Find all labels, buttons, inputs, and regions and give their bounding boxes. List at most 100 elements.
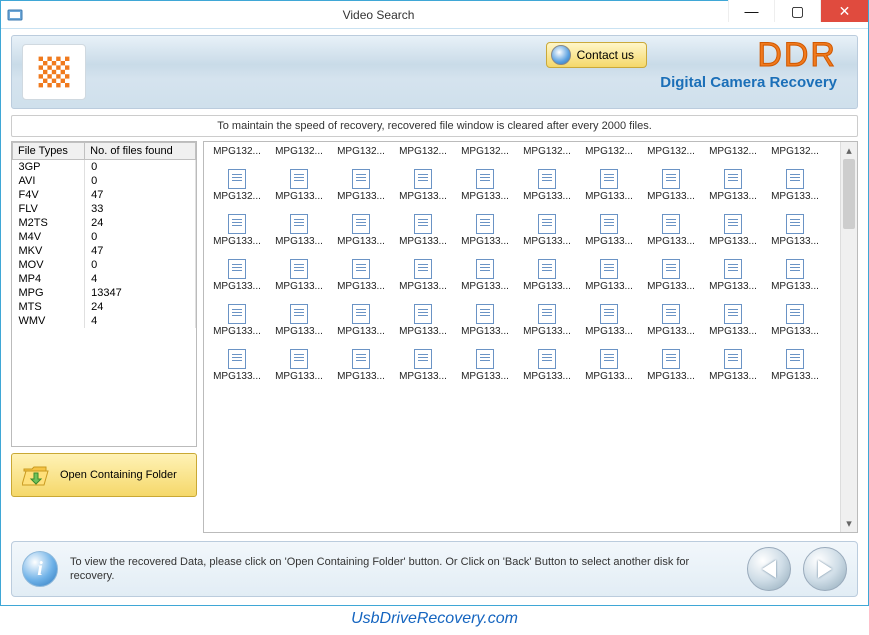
- file-item[interactable]: MPG133...: [268, 326, 330, 337]
- file-item[interactable]: MPG133...: [330, 191, 392, 202]
- file-icon: [600, 259, 618, 279]
- file-item[interactable]: MPG133...: [392, 281, 454, 292]
- file-icon: [352, 304, 370, 324]
- file-item[interactable]: MPG133...: [640, 191, 702, 202]
- file-item[interactable]: MPG132...: [640, 146, 702, 157]
- maximize-button[interactable]: ▢: [774, 0, 820, 22]
- file-item[interactable]: MPG133...: [640, 281, 702, 292]
- back-button[interactable]: [747, 547, 791, 591]
- file-item[interactable]: MPG133...: [392, 326, 454, 337]
- site-link[interactable]: UsbDriveRecovery.com: [0, 610, 869, 628]
- file-item[interactable]: MPG133...: [764, 326, 826, 337]
- contact-us-button[interactable]: Contact us: [546, 42, 647, 68]
- scroll-down-icon[interactable]: ▾: [841, 515, 857, 532]
- file-item[interactable]: MPG133...: [764, 236, 826, 247]
- table-row[interactable]: AVI0: [13, 174, 196, 188]
- next-button[interactable]: [803, 547, 847, 591]
- file-item[interactable]: MPG133...: [330, 326, 392, 337]
- file-item[interactable]: MPG133...: [516, 281, 578, 292]
- file-item[interactable]: MPG133...: [578, 236, 640, 247]
- scroll-thumb[interactable]: [843, 159, 855, 229]
- file-item[interactable]: MPG133...: [454, 236, 516, 247]
- file-item[interactable]: MPG133...: [578, 326, 640, 337]
- table-row[interactable]: F4V47: [13, 188, 196, 202]
- table-row[interactable]: M4V0: [13, 230, 196, 244]
- file-item[interactable]: MPG133...: [764, 191, 826, 202]
- file-item[interactable]: MPG132...: [454, 146, 516, 157]
- file-item[interactable]: MPG133...: [454, 281, 516, 292]
- file-item[interactable]: MPG133...: [392, 371, 454, 382]
- file-item[interactable]: MPG133...: [702, 191, 764, 202]
- file-item[interactable]: MPG132...: [206, 146, 268, 157]
- file-icon: [662, 169, 680, 189]
- file-item[interactable]: MPG133...: [640, 326, 702, 337]
- file-icon: [228, 169, 246, 189]
- table-row[interactable]: MKV47: [13, 244, 196, 258]
- file-item[interactable]: MPG132...: [392, 146, 454, 157]
- file-icon: [228, 259, 246, 279]
- file-item[interactable]: MPG133...: [702, 326, 764, 337]
- file-item[interactable]: MPG133...: [454, 191, 516, 202]
- file-item[interactable]: MPG133...: [578, 281, 640, 292]
- file-item[interactable]: MPG132...: [330, 146, 392, 157]
- cell-type: MP4: [13, 272, 85, 286]
- file-item[interactable]: MPG133...: [640, 236, 702, 247]
- file-item[interactable]: MPG133...: [268, 281, 330, 292]
- file-item[interactable]: MPG133...: [454, 371, 516, 382]
- scroll-track[interactable]: [841, 159, 857, 515]
- file-item[interactable]: MPG133...: [330, 236, 392, 247]
- file-item[interactable]: MPG133...: [330, 281, 392, 292]
- table-row[interactable]: MTS24: [13, 300, 196, 314]
- minimize-button[interactable]: —: [728, 0, 774, 22]
- file-item[interactable]: MPG132...: [702, 146, 764, 157]
- table-row[interactable]: MP44: [13, 272, 196, 286]
- file-item[interactable]: MPG133...: [516, 371, 578, 382]
- file-item[interactable]: MPG132...: [516, 146, 578, 157]
- file-item[interactable]: MPG133...: [702, 281, 764, 292]
- table-row[interactable]: MPG13347: [13, 286, 196, 300]
- close-button[interactable]: ✕: [820, 0, 868, 22]
- file-item[interactable]: MPG133...: [516, 236, 578, 247]
- file-item[interactable]: MPG133...: [268, 236, 330, 247]
- col-file-types[interactable]: File Types: [13, 143, 85, 160]
- table-row[interactable]: FLV33: [13, 202, 196, 216]
- file-item[interactable]: MPG133...: [640, 371, 702, 382]
- file-item[interactable]: MPG133...: [206, 326, 268, 337]
- file-item[interactable]: MPG133...: [578, 191, 640, 202]
- file-icon: [290, 214, 308, 234]
- file-item[interactable]: MPG133...: [516, 326, 578, 337]
- file-item[interactable]: MPG133...: [206, 371, 268, 382]
- file-item[interactable]: MPG133...: [268, 371, 330, 382]
- file-item[interactable]: MPG132...: [268, 146, 330, 157]
- file-item[interactable]: MPG132...: [578, 146, 640, 157]
- file-item[interactable]: MPG133...: [392, 236, 454, 247]
- file-item[interactable]: MPG133...: [330, 371, 392, 382]
- file-icon: [352, 214, 370, 234]
- table-row[interactable]: 3GP0: [13, 160, 196, 175]
- file-item[interactable]: MPG133...: [454, 326, 516, 337]
- table-row[interactable]: WMV4: [13, 314, 196, 328]
- file-item[interactable]: MPG132...: [206, 191, 268, 202]
- recovered-files-pane[interactable]: MPG132...MPG132...MPG132...MPG132...MPG1…: [203, 141, 858, 533]
- file-item[interactable]: MPG133...: [702, 371, 764, 382]
- scroll-up-icon[interactable]: ▴: [841, 142, 857, 159]
- file-item[interactable]: MPG133...: [578, 371, 640, 382]
- file-item[interactable]: MPG133...: [268, 191, 330, 202]
- vertical-scrollbar[interactable]: ▴ ▾: [840, 142, 857, 532]
- cell-count: 24: [85, 216, 196, 230]
- file-types-table[interactable]: File Types No. of files found 3GP0AVI0F4…: [11, 141, 197, 447]
- col-files-found[interactable]: No. of files found: [85, 143, 196, 160]
- file-item[interactable]: MPG133...: [764, 371, 826, 382]
- table-row[interactable]: MOV0: [13, 258, 196, 272]
- file-item[interactable]: MPG133...: [516, 191, 578, 202]
- file-icon: [228, 214, 246, 234]
- file-item[interactable]: MPG133...: [392, 191, 454, 202]
- file-icon: [724, 349, 742, 369]
- file-item[interactable]: MPG133...: [702, 236, 764, 247]
- file-item[interactable]: MPG132...: [764, 146, 826, 157]
- file-item[interactable]: MPG133...: [206, 281, 268, 292]
- open-containing-folder-button[interactable]: Open Containing Folder: [11, 453, 197, 497]
- file-item[interactable]: MPG133...: [764, 281, 826, 292]
- file-item[interactable]: MPG133...: [206, 236, 268, 247]
- table-row[interactable]: M2TS24: [13, 216, 196, 230]
